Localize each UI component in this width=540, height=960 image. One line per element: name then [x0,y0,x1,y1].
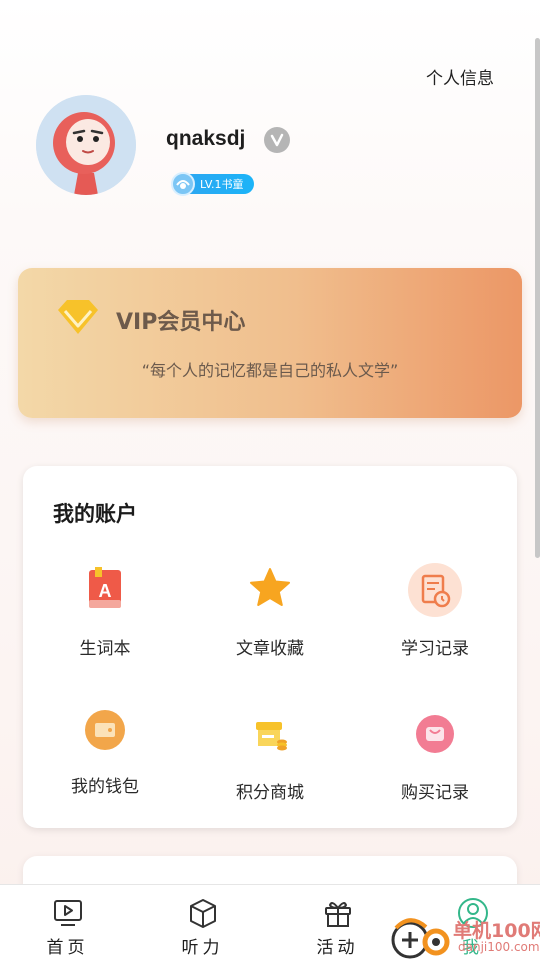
open-box-icon [189,899,216,928]
account-title: 我的账户 [53,502,137,526]
nav-home-label: 首页 [46,938,89,958]
level-badge-label: LV.1书童 [200,178,244,191]
level-badge: LV.1书童 [171,172,254,196]
purchase-record-label: 购买记录 [401,783,469,803]
my-account-card: 我的账户 A 生词本 文章收藏 学习记录 我的钱包 积分商城 购买记录 [23,466,517,828]
star-icon [250,568,290,606]
points-shop-label: 积分商城 [236,783,304,803]
nav-home[interactable]: 首页 [0,885,135,960]
vip-title: VIP会员中心 [116,310,246,335]
watermark-url: danji100.com [458,940,540,954]
wallet-label: 我的钱包 [71,777,139,797]
purchase-bag-icon [416,715,454,753]
study-record-label: 学习记录 [401,639,469,659]
nav-listening[interactable]: 听力 [135,885,270,960]
watermark-text: 单机100网 [453,920,540,942]
vocabulary-book-item[interactable]: A 生词本 [23,556,187,666]
verified-v-icon [264,127,290,153]
avatar[interactable] [36,95,136,195]
vocabulary-book-label: 生词本 [79,639,131,659]
study-record-icon [408,563,462,617]
vip-center-card[interactable]: VIP会员中心 “每个人的记忆都是自己的私人文学” [18,268,522,418]
article-favorites-item[interactable]: 文章收藏 [188,556,352,666]
username: qnaksdj [166,127,246,150]
scrollbar[interactable] [535,38,540,558]
nav-listening-label: 听力 [181,938,224,958]
points-shop-item[interactable]: 积分商城 [188,698,352,808]
play-screen-icon [53,900,82,926]
nav-activity-label: 活动 [316,938,359,958]
vip-quote: “每个人的记忆都是自己的私人文学” [141,361,399,380]
svg-text:A: A [99,581,112,601]
watermark: 单机100网 danji100.com [388,915,540,960]
points-shop-icon [256,722,287,751]
study-record-item[interactable]: 学习记录 [353,556,517,666]
purchase-record-item[interactable]: 购买记录 [353,698,517,808]
vocabulary-book-icon: A [89,567,121,608]
wallet-icon [85,710,125,750]
gift-icon [324,902,351,927]
personal-info-link[interactable]: 个人信息 [426,64,494,89]
cartoon-avatar-icon [36,95,136,195]
wallet-item[interactable]: 我的钱包 [23,698,187,808]
level-medal-icon [171,172,195,196]
watermark-logo-icon [391,918,450,959]
nav-activity[interactable]: 活动 [270,885,405,960]
diamond-icon [58,300,98,334]
profile-screen: 个人信息 qnaksdj LV.1书童 VIP会员中心 “每个人的记忆都是自己的… [0,0,540,960]
article-favorites-label: 文章收藏 [236,639,304,659]
